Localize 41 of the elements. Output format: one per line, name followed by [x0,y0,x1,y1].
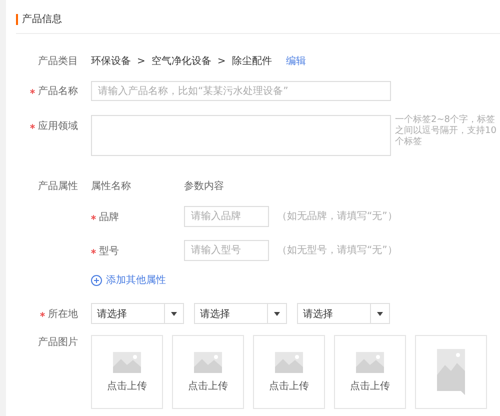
image-icon [113,352,141,372]
column-header: 属性名称 [91,180,132,193]
attribute-input[interactable]: 请输入品牌 [184,206,269,227]
hint-text: 一个标签2~8个字，标签之间以逗号隔开，支持10个标签 [395,115,498,148]
plus-circle-icon[interactable] [91,274,102,286]
image-icon [275,352,303,372]
attribute-name: 型号 [91,244,184,258]
category-path-text: > [217,56,226,66]
image-icon [356,352,384,372]
category-path-text: > [137,56,146,66]
field-label: 产品属性 [37,180,79,193]
category-path-text: 除尘配件 [232,54,272,68]
region-select[interactable]: 请选择 [194,303,287,324]
field-label: 产品名称 [16,84,91,98]
accent-bar [16,14,18,24]
field-label: 产品类目 [37,54,79,68]
image-icon [437,349,465,395]
column-header: 参数内容 [184,180,225,193]
region-select[interactable]: 请选择 [297,303,390,324]
add-attribute-link[interactable]: 添加其他属性 [106,273,166,287]
attribute-name: 品牌 [91,210,184,224]
caret-icon [377,312,383,316]
caret-icon [274,312,280,316]
attribute-input[interactable]: 请输入型号 [184,240,269,261]
edit-link[interactable]: 编辑 [286,54,306,68]
field-label: 应用领域 [16,115,91,133]
field-label: 所在地 [16,306,91,320]
category-path-text: 空气净化设备 [151,54,212,68]
caret-icon [171,312,177,316]
region-select[interactable]: 请选择 [91,303,184,324]
upload-slot[interactable]: 点击上传 [91,335,163,409]
hint-text: （如无型号，请填写“无”） [277,244,398,256]
section-title: 产品信息 [22,12,62,26]
upload-slot[interactable]: 点击上传 [172,335,244,409]
field-label: 产品图片 [37,336,79,349]
upload-slot[interactable]: 点击上传 [334,335,406,409]
image-icon [194,352,222,372]
hint-text: （如无品牌，请填写“无”） [277,210,398,222]
upload-slot[interactable]: 点击上传 [253,335,325,409]
product-name-input[interactable]: 请输入产品名称，比如“某某污水处理设备” [91,81,391,101]
category-path-text: 环保设备 [91,55,131,68]
